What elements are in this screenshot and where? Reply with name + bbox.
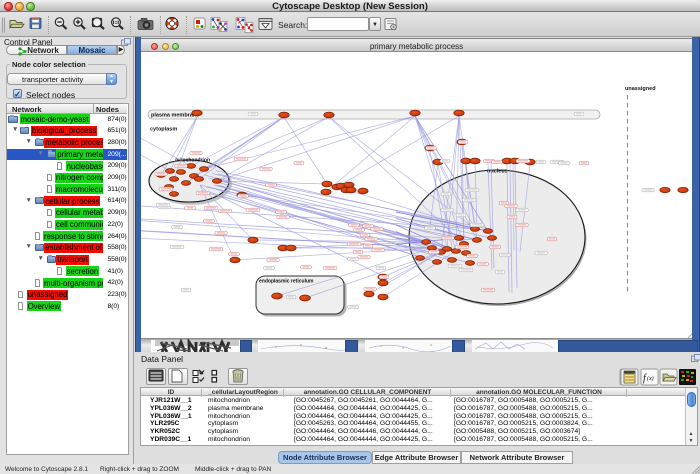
- svg-text:unassigned: unassigned: [625, 86, 656, 92]
- svg-text:nucleus: nucleus: [487, 169, 508, 175]
- svg-text:endoplasmic reticulum: endoplasmic reticulum: [259, 279, 314, 285]
- svg-text:cytoplasm: cytoplasm: [150, 127, 177, 133]
- svg-text:(x): (x): [647, 375, 654, 382]
